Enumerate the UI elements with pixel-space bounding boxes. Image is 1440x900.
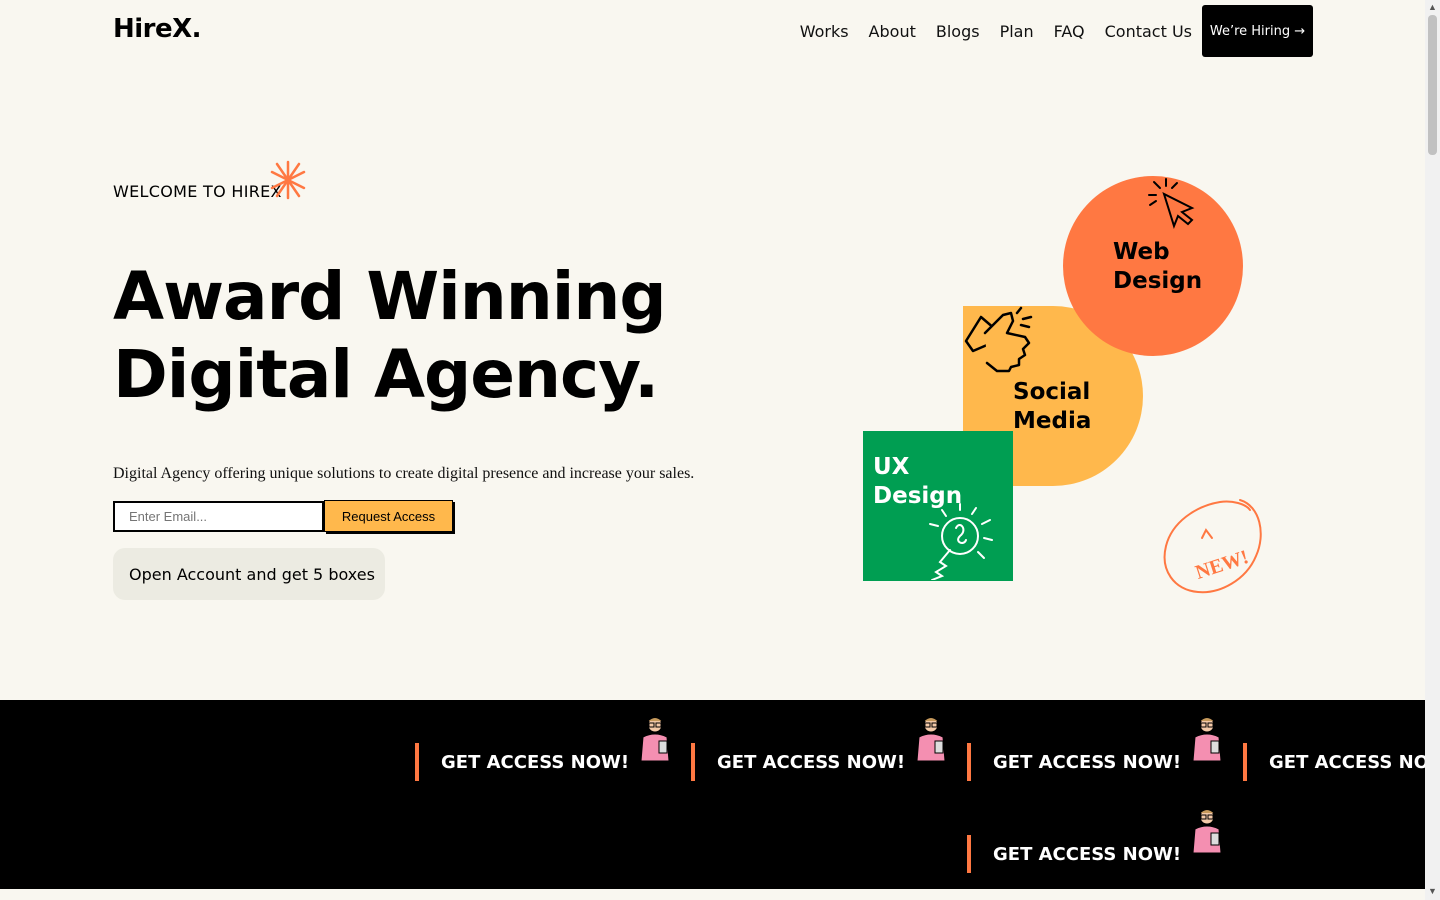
scrollbar-thumb[interactable] (1428, 15, 1437, 155)
headline-line-2: Digital Agency. (113, 336, 659, 413)
marquee-divider (1243, 743, 1247, 781)
marquee-label: GET ACCESS NOW! (1269, 751, 1425, 773)
new-badge-icon: NEW! (1163, 499, 1262, 594)
nav-contact[interactable]: Contact Us (1105, 22, 1192, 41)
welcome-eyebrow: WELCOME TO HIREX (113, 182, 282, 201)
person-illustration (1192, 809, 1222, 854)
get-access-marquee: GET ACCESS NOW! GET ACCESS NOW! GET ACCE… (0, 700, 1425, 889)
nav-plan[interactable]: Plan (1000, 22, 1034, 41)
nav-blogs[interactable]: Blogs (936, 22, 980, 41)
person-illustration (640, 717, 670, 762)
web-line-1: Web (1113, 239, 1170, 265)
marquee-label: GET ACCESS NOW! (441, 751, 630, 773)
email-input[interactable] (113, 501, 324, 532)
marquee-divider (415, 743, 419, 781)
star-icon (270, 160, 306, 200)
web-design-label: Web Design (1113, 238, 1202, 296)
scroll-down-icon[interactable]: ▼ (1428, 886, 1437, 896)
headline-line-1: Award Winning (113, 258, 667, 335)
person-illustration (1192, 717, 1222, 762)
marquee-divider (967, 835, 971, 873)
marquee-item[interactable]: GET ACCESS NOW! (691, 717, 951, 781)
page-title: Award Winning Digital Agency. (113, 258, 667, 414)
nav-about[interactable]: About (869, 22, 916, 41)
marquee-label: GET ACCESS NOW! (717, 751, 906, 773)
lightbulb-icon (929, 503, 993, 580)
marquee-item[interactable]: GET ACCESS NOW! (967, 717, 1227, 781)
marquee-divider (691, 743, 695, 781)
marquee-item[interactable]: GET ACCESS NOW! (967, 809, 1227, 873)
marquee-divider (967, 743, 971, 781)
ux-line-1: UX (873, 454, 910, 480)
main-nav: Works About Blogs Plan FAQ Contact Us We… (780, 5, 1313, 57)
person-illustration (916, 717, 946, 762)
marquee-item[interactable]: GET ACCESS NOW! (415, 717, 675, 781)
social-line-2: Media (1013, 408, 1092, 434)
nav-works[interactable]: Works (800, 22, 849, 41)
request-access-button[interactable]: Request Access (324, 500, 453, 532)
open-account-button[interactable]: Open Account and get 5 boxes (113, 548, 385, 600)
social-line-1: Social (1013, 379, 1091, 405)
cursor-icon (1148, 178, 1195, 229)
new-badge-label: NEW! (1193, 546, 1252, 584)
nav-faq[interactable]: FAQ (1054, 22, 1085, 41)
logo[interactable]: HireX. (113, 14, 202, 44)
marquee-label: GET ACCESS NOW! (993, 843, 1182, 865)
marquee-label: GET ACCESS NOW! (993, 751, 1182, 773)
web-line-2: Design (1113, 268, 1203, 294)
page: HireX. Works About Blogs Plan FAQ Contac… (0, 0, 1425, 900)
scroll-up-icon[interactable]: ▲ (1428, 2, 1437, 12)
hero-subtitle: Digital Agency offering unique solutions… (113, 465, 695, 482)
hiring-button[interactable]: We’re Hiring → (1202, 5, 1313, 57)
marquee-item[interactable]: GET ACCESS NOW! (1243, 743, 1425, 781)
thumbs-up-icon (964, 306, 1033, 373)
social-media-label: Social Media (1013, 378, 1091, 436)
